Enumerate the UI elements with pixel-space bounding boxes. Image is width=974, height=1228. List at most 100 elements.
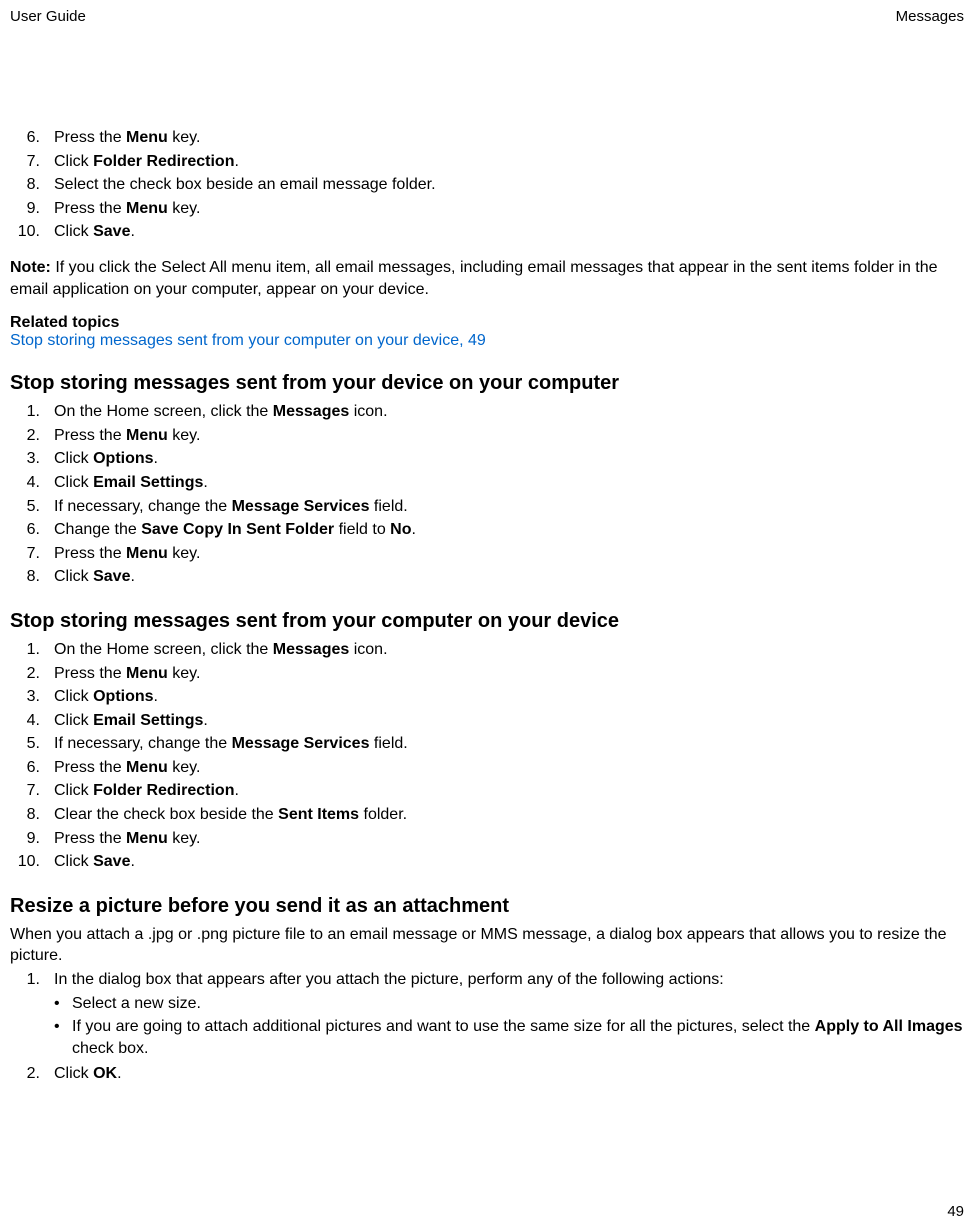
- step-text: Click OK.: [40, 1063, 964, 1085]
- step-text: Click Folder Redirection.: [40, 151, 964, 173]
- step-number: 8.: [10, 804, 40, 826]
- step-number: 3.: [10, 686, 40, 708]
- list-item: 6.Press the Menu key.: [10, 127, 964, 149]
- bullet-icon: •: [54, 993, 68, 1015]
- step-number: 4.: [10, 710, 40, 732]
- page-header: User Guide Messages: [0, 0, 974, 25]
- step-text: Press the Menu key.: [40, 828, 964, 850]
- note-label: Note:: [10, 259, 51, 276]
- step-number: 4.: [10, 472, 40, 494]
- related-topic-link[interactable]: Stop storing messages sent from your com…: [10, 332, 964, 350]
- list-item: 2. Click OK.: [10, 1063, 964, 1085]
- step-text: Press the Menu key.: [40, 663, 964, 685]
- list-item: 6.Change the Save Copy In Sent Folder fi…: [10, 519, 964, 541]
- step-number: 2.: [10, 663, 40, 685]
- step-number: 7.: [10, 543, 40, 565]
- list-item: 5.If necessary, change the Message Servi…: [10, 733, 964, 755]
- step-text: Click Folder Redirection.: [40, 780, 964, 802]
- list-item: 9.Press the Menu key.: [10, 828, 964, 850]
- step-number: 7.: [10, 780, 40, 802]
- step-text: Press the Menu key.: [40, 198, 964, 220]
- step-text: In the dialog box that appears after you…: [40, 969, 964, 1061]
- list-item: 8.Clear the check box beside the Sent It…: [10, 804, 964, 826]
- step-number: 10.: [10, 851, 40, 873]
- list-item: 4.Click Email Settings.: [10, 710, 964, 732]
- step-number: 8.: [10, 174, 40, 196]
- step-number: 6.: [10, 127, 40, 149]
- step-text: If necessary, change the Message Service…: [40, 496, 964, 518]
- list-item: 2.Press the Menu key.: [10, 663, 964, 685]
- step-number: 3.: [10, 448, 40, 470]
- section-heading-stop-device-to-computer: Stop storing messages sent from your dev…: [10, 372, 964, 395]
- step-text: Change the Save Copy In Sent Folder fiel…: [40, 519, 964, 541]
- header-right: Messages: [896, 8, 964, 25]
- list-item: 2.Press the Menu key.: [10, 425, 964, 447]
- list-item: 3.Click Options.: [10, 686, 964, 708]
- section-heading-resize-picture: Resize a picture before you send it as a…: [10, 895, 964, 918]
- section-heading-stop-computer-to-device: Stop storing messages sent from your com…: [10, 610, 964, 633]
- step-text: On the Home screen, click the Messages i…: [40, 639, 964, 661]
- step-number: 9.: [10, 828, 40, 850]
- step-text: Press the Menu key.: [40, 757, 964, 779]
- step-number: 1.: [10, 639, 40, 661]
- list-item: 5.If necessary, change the Message Servi…: [10, 496, 964, 518]
- step-text: Click Options.: [40, 686, 964, 708]
- step-number: 2.: [10, 425, 40, 447]
- step-number: 10.: [10, 221, 40, 243]
- bullet-text: Select a new size.: [68, 993, 964, 1015]
- step-text: Click Save.: [40, 221, 964, 243]
- step-text: Click Email Settings.: [40, 710, 964, 732]
- sub-bullets: •Select a new size. •If you are going to…: [54, 993, 964, 1060]
- related-topics-heading: Related topics: [10, 314, 964, 332]
- list-item: 10.Click Save.: [10, 851, 964, 873]
- step-text: Click Options.: [40, 448, 964, 470]
- list-item: 8.Select the check box beside an email m…: [10, 174, 964, 196]
- step-text: If necessary, change the Message Service…: [40, 733, 964, 755]
- steps-section-b: 1.On the Home screen, click the Messages…: [10, 401, 964, 588]
- step-number: 1.: [10, 969, 40, 1061]
- step-number: 6.: [10, 757, 40, 779]
- list-item: 7.Press the Menu key.: [10, 543, 964, 565]
- list-item: 3.Click Options.: [10, 448, 964, 470]
- bullet-icon: •: [54, 1016, 68, 1059]
- step-number: 1.: [10, 401, 40, 423]
- step-number: 5.: [10, 733, 40, 755]
- list-item: 4.Click Email Settings.: [10, 472, 964, 494]
- step-number: 2.: [10, 1063, 40, 1085]
- step-number: 8.: [10, 566, 40, 588]
- step-text: Select the check box beside an email mes…: [40, 174, 964, 196]
- bullet-item: •If you are going to attach additional p…: [54, 1016, 964, 1059]
- page-number: 49: [947, 1203, 964, 1220]
- note-text: If you click the Select All menu item, a…: [10, 259, 938, 298]
- step-text: Click Save.: [40, 566, 964, 588]
- list-item: 8.Click Save.: [10, 566, 964, 588]
- step-text: Clear the check box beside the Sent Item…: [40, 804, 964, 826]
- page-content: 6.Press the Menu key. 7.Click Folder Red…: [0, 25, 974, 1085]
- bullet-item: •Select a new size.: [54, 993, 964, 1015]
- step-text: Press the Menu key.: [40, 127, 964, 149]
- section-intro: When you attach a .jpg or .png picture f…: [10, 924, 964, 967]
- steps-top: 6.Press the Menu key. 7.Click Folder Red…: [10, 127, 964, 243]
- step-number: 7.: [10, 151, 40, 173]
- step-number: 5.: [10, 496, 40, 518]
- list-item: 1.On the Home screen, click the Messages…: [10, 401, 964, 423]
- list-item: 9.Press the Menu key.: [10, 198, 964, 220]
- step-number: 9.: [10, 198, 40, 220]
- list-item: 6.Press the Menu key.: [10, 757, 964, 779]
- steps-section-c: 1.On the Home screen, click the Messages…: [10, 639, 964, 873]
- steps-section-d: 1. In the dialog box that appears after …: [10, 969, 964, 1085]
- step-number: 6.: [10, 519, 40, 541]
- list-item: 7.Click Folder Redirection.: [10, 780, 964, 802]
- note-paragraph: Note: If you click the Select All menu i…: [10, 257, 964, 300]
- list-item: 7.Click Folder Redirection.: [10, 151, 964, 173]
- list-item: 1.On the Home screen, click the Messages…: [10, 639, 964, 661]
- bullet-text: If you are going to attach additional pi…: [68, 1016, 964, 1059]
- step-text: Click Save.: [40, 851, 964, 873]
- step-text: Click Email Settings.: [40, 472, 964, 494]
- header-left: User Guide: [10, 8, 86, 25]
- step-text: On the Home screen, click the Messages i…: [40, 401, 964, 423]
- step-text: Press the Menu key.: [40, 543, 964, 565]
- list-item: 1. In the dialog box that appears after …: [10, 969, 964, 1061]
- step-text: Press the Menu key.: [40, 425, 964, 447]
- list-item: 10.Click Save.: [10, 221, 964, 243]
